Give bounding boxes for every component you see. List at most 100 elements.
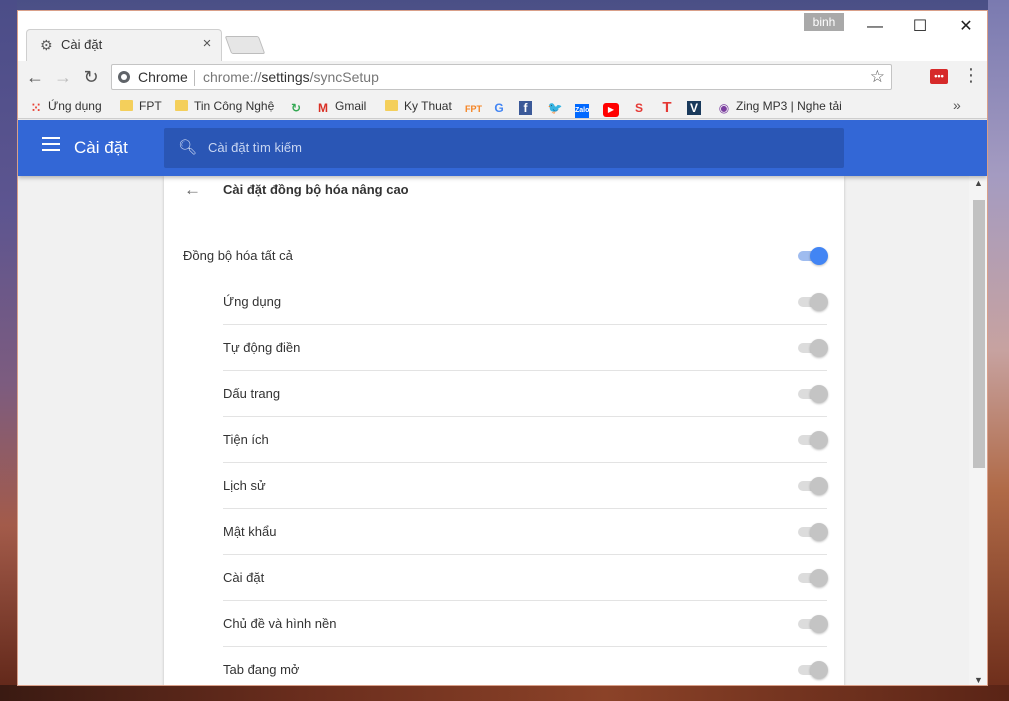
desktop-background-left bbox=[0, 0, 17, 701]
search-icon: 🔍︎ bbox=[178, 139, 198, 156]
sync-item-row[interactable]: Chủ đề và hình nền bbox=[164, 601, 844, 647]
sync-item-label: Mật khẩu bbox=[223, 524, 277, 539]
fpt-icon: FPT bbox=[465, 104, 482, 114]
tab-strip: ⚙ Cài đặt × binh — ☐ ✕ bbox=[18, 11, 987, 61]
sync-item-toggle[interactable] bbox=[798, 293, 828, 311]
profile-badge[interactable]: binh bbox=[804, 13, 844, 31]
settings-content: ← Cài đặt đồng bộ hóa nâng cao Đồng bộ h… bbox=[18, 176, 969, 685]
bookmark-gmail[interactable]: M Gmail bbox=[315, 97, 366, 115]
sync-item-row[interactable]: Lịch sử bbox=[164, 463, 844, 509]
google-translate-icon: G bbox=[494, 101, 504, 115]
page-title: Cài đặt bbox=[74, 138, 128, 157]
reload-button[interactable]: ↻ bbox=[80, 66, 102, 88]
url-text[interactable]: chrome://settings/syncSetup bbox=[203, 69, 379, 85]
bookmark-fpt[interactable]: FPT bbox=[120, 97, 162, 115]
sync-item-label: Tab đang mở bbox=[223, 662, 300, 677]
sync-item-row[interactable]: Cài đặt bbox=[164, 555, 844, 601]
sync-item-label: Chủ đề và hình nền bbox=[223, 616, 337, 631]
folder-icon bbox=[120, 100, 133, 111]
sync-item-toggle[interactable] bbox=[798, 615, 828, 633]
bookmark-zing-mp3[interactable]: ◉ Zing MP3 | Nghe tải bbox=[716, 97, 842, 115]
bookmarks-bar: ⁙ Ứng dụng FPT Tin Công Nghệ ↻ M Gmail Ky … bbox=[18, 93, 987, 119]
bookmarks-more-icon[interactable]: » bbox=[953, 97, 961, 113]
sync-item-toggle[interactable] bbox=[798, 431, 828, 449]
forward-button[interactable]: → bbox=[52, 66, 74, 88]
sync-all-toggle[interactable] bbox=[798, 247, 828, 265]
bookmark-fpt-icon[interactable]: FPT bbox=[465, 97, 485, 115]
search-placeholder: Cài đặt tìm kiếm bbox=[208, 140, 302, 155]
lastpass-extension-icon[interactable]: ••• bbox=[930, 69, 948, 84]
scroll-down-icon[interactable]: ▼ bbox=[974, 675, 983, 685]
bookmark-zalo[interactable]: Zalo bbox=[575, 97, 593, 118]
desktop-background-bottom bbox=[0, 685, 1009, 701]
scroll-thumb[interactable] bbox=[973, 200, 985, 468]
chrome-menu-icon[interactable]: ⋮ bbox=[962, 65, 980, 86]
settings-header: Cài đặt 🔍︎ Cài đặt tìm kiếm bbox=[18, 120, 987, 176]
desktop-background-right bbox=[988, 0, 1009, 701]
bookmark-refresh[interactable]: ↻ bbox=[288, 97, 308, 115]
url-path: /syncSetup bbox=[309, 69, 379, 85]
url-prefix: chrome:// bbox=[203, 69, 262, 85]
sync-item-label: Lịch sử bbox=[223, 478, 266, 493]
sync-item-label: Cài đặt bbox=[223, 570, 265, 585]
new-tab-button[interactable] bbox=[224, 36, 266, 54]
t-icon: T bbox=[662, 99, 672, 116]
section-title: Cài đặt đồng bộ hóa nâng cao bbox=[223, 182, 409, 197]
tab-close-icon[interactable]: × bbox=[200, 35, 214, 52]
sync-item-toggle[interactable] bbox=[798, 523, 828, 541]
bookmark-google-translate[interactable]: G bbox=[491, 97, 511, 115]
maximize-button[interactable]: ☐ bbox=[905, 17, 935, 37]
apps-grid-icon: ⁙ bbox=[30, 101, 42, 115]
sync-item-toggle[interactable] bbox=[798, 477, 828, 495]
sync-item-label: Ứng dụng bbox=[223, 294, 282, 309]
sync-item-toggle[interactable] bbox=[798, 385, 828, 403]
bookmark-youtube[interactable]: ▶ bbox=[603, 97, 623, 117]
address-bar[interactable]: Chrome chrome://settings/syncSetup ☆ bbox=[111, 64, 892, 90]
minimize-button[interactable]: — bbox=[860, 17, 890, 37]
bookmark-facebook[interactable]: f bbox=[519, 97, 536, 115]
sync-item-row[interactable]: Mật khẩu bbox=[164, 509, 844, 555]
address-separator bbox=[194, 70, 195, 86]
sync-item-label: Tiện ích bbox=[223, 432, 269, 447]
bookmark-v[interactable]: V bbox=[687, 97, 705, 115]
sync-item-row[interactable]: Tiện ích bbox=[164, 417, 844, 463]
zalo-icon: Zalo bbox=[575, 104, 589, 118]
tab-settings[interactable] bbox=[26, 29, 222, 61]
bookmark-tin-cong-nghe[interactable]: Tin Công Nghệ bbox=[175, 97, 274, 115]
bookmark-ky-thuat[interactable]: Ky Thuat bbox=[385, 97, 452, 115]
back-button[interactable]: ← bbox=[24, 66, 46, 88]
v-icon: V bbox=[687, 101, 701, 115]
youtube-icon: ▶ bbox=[603, 103, 619, 117]
bookmark-soha[interactable]: S bbox=[631, 97, 651, 115]
gear-icon: ⚙ bbox=[40, 37, 53, 53]
sync-item-toggle[interactable] bbox=[798, 661, 828, 679]
folder-icon bbox=[385, 100, 398, 111]
gmail-icon: M bbox=[318, 101, 328, 115]
sync-item-toggle[interactable] bbox=[798, 339, 828, 357]
sync-item-toggle[interactable] bbox=[798, 569, 828, 587]
sync-item-row[interactable]: Dấu trang bbox=[164, 371, 844, 417]
page-scrollbar[interactable]: ▲ ▼ bbox=[969, 176, 987, 685]
sync-settings-card: ← Cài đặt đồng bộ hóa nâng cao Đồng bộ h… bbox=[164, 176, 844, 685]
twitter-icon: 🐦 bbox=[547, 101, 563, 115]
close-window-button[interactable]: ✕ bbox=[951, 17, 981, 37]
back-arrow-icon[interactable]: ← bbox=[184, 180, 201, 200]
scroll-up-icon[interactable]: ▲ bbox=[974, 178, 983, 188]
sync-item-row[interactable]: Tab đang mở bbox=[164, 647, 844, 685]
sync-item-label: Dấu trang bbox=[223, 386, 281, 401]
bookmark-t[interactable]: T bbox=[659, 97, 679, 115]
sync-all-row[interactable]: Đồng bộ hóa tất cả bbox=[164, 233, 844, 279]
browser-toolbar: ← → ↻ Chrome chrome://settings/syncSetup… bbox=[18, 61, 987, 93]
bookmark-twitter[interactable]: 🐦 bbox=[547, 97, 567, 115]
site-label: Chrome bbox=[138, 69, 188, 85]
sync-item-row[interactable]: Ứng dụng bbox=[164, 279, 844, 325]
bookmark-apps[interactable]: ⁙ Ứng dụng bbox=[28, 97, 102, 115]
bookmark-star-icon[interactable]: ☆ bbox=[870, 67, 885, 87]
hamburger-menu-icon[interactable] bbox=[42, 137, 60, 151]
settings-search-input[interactable]: 🔍︎ Cài đặt tìm kiếm bbox=[164, 128, 844, 168]
sync-item-row[interactable]: Tự động điền bbox=[164, 325, 844, 371]
sync-item-label: Tự động điền bbox=[223, 340, 301, 355]
zing-icon: ◉ bbox=[718, 101, 730, 115]
sync-all-label: Đồng bộ hóa tất cả bbox=[183, 248, 293, 263]
browser-window: ⚙ Cài đặt × binh — ☐ ✕ ← → ↻ Chrome chro… bbox=[17, 10, 988, 686]
